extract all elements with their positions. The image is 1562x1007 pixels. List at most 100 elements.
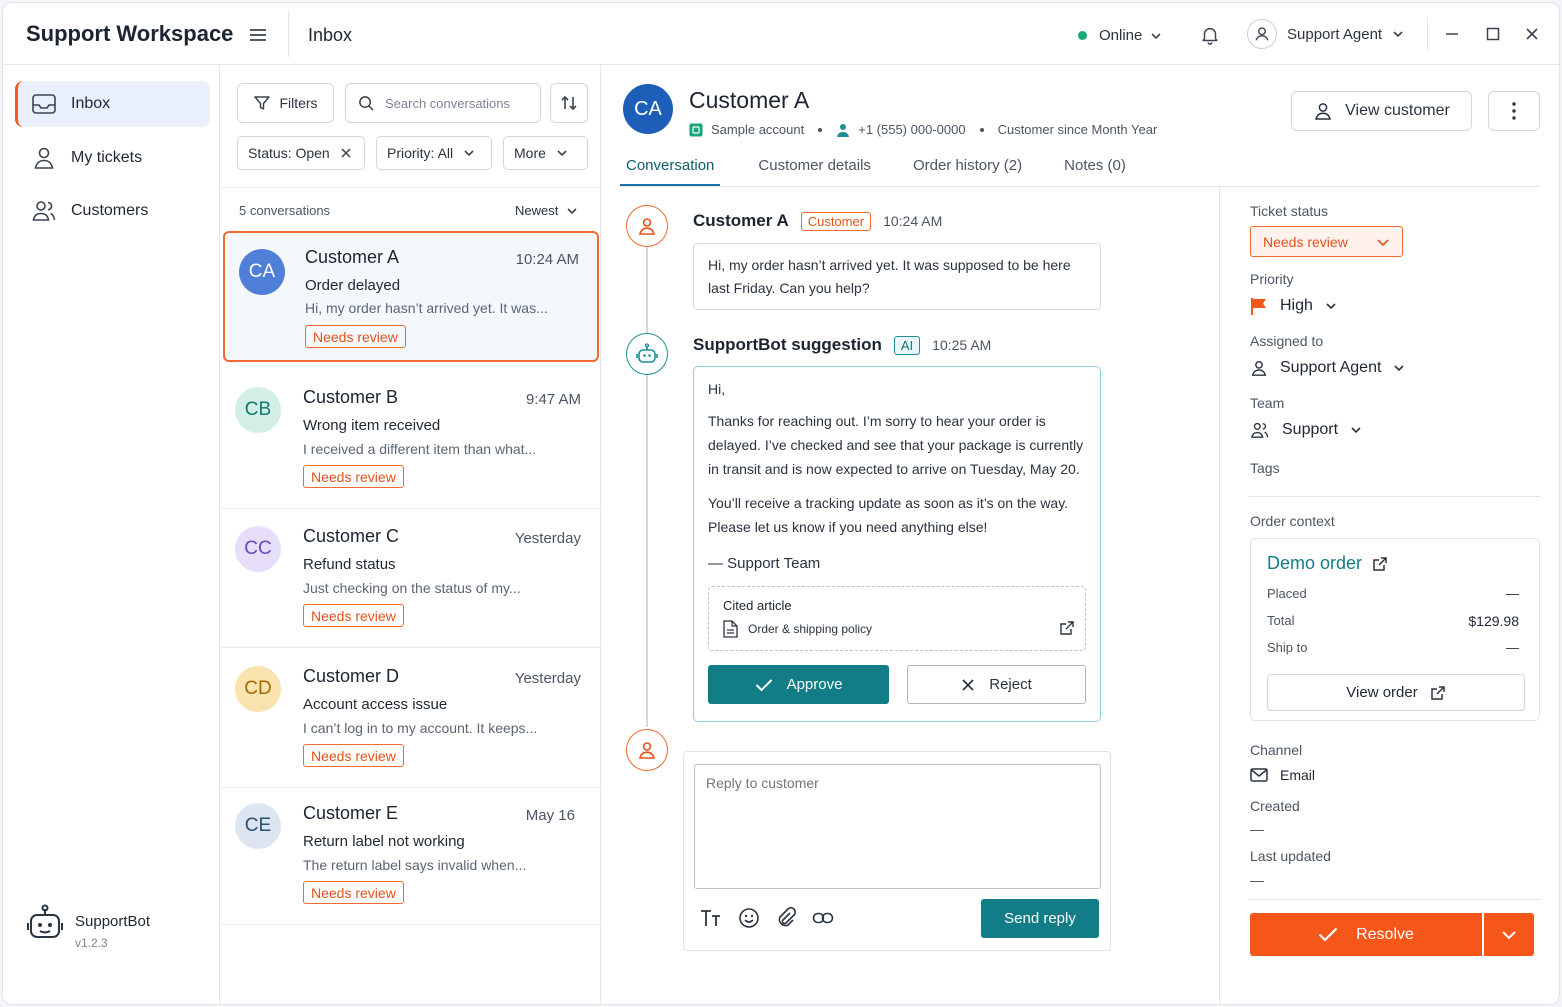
robot-icon bbox=[626, 333, 668, 375]
filters-button[interactable]: Filters bbox=[237, 83, 334, 123]
team-select[interactable]: Support bbox=[1250, 421, 1362, 439]
ai-suggestion-card: Hi, Thanks for reaching out. I’m sorry t… bbox=[693, 366, 1101, 722]
order-placed-label: Placed bbox=[1267, 586, 1307, 601]
ticket-status-select[interactable]: Needs review bbox=[1250, 226, 1403, 257]
chevron-down-icon bbox=[557, 150, 567, 157]
status-filter-chip[interactable]: Status: Open bbox=[237, 136, 365, 170]
more-filters-chip[interactable]: More bbox=[503, 136, 588, 170]
conversation-name: Customer E bbox=[303, 803, 399, 823]
priority-label: Priority bbox=[1250, 271, 1294, 287]
bell-icon[interactable] bbox=[1199, 24, 1221, 46]
filters-label: Filters bbox=[279, 95, 318, 111]
chip-label: Status: Open bbox=[248, 145, 330, 161]
view-customer-button[interactable]: View customer bbox=[1291, 91, 1472, 131]
order-title-link[interactable]: Demo order bbox=[1267, 553, 1388, 574]
status-label: Online bbox=[1099, 27, 1143, 44]
conversation-item[interactable]: CC Customer C Yesterday Refund status Ju… bbox=[221, 510, 601, 648]
document-icon bbox=[723, 620, 738, 638]
reject-button[interactable]: Reject bbox=[907, 665, 1086, 704]
channel-value: Email bbox=[1280, 767, 1316, 783]
link-icon[interactable] bbox=[812, 911, 834, 925]
sort-arrows-icon bbox=[561, 95, 577, 111]
ticket-status-label: Ticket status bbox=[1250, 203, 1329, 219]
conversation-subject: Return label not working bbox=[303, 833, 465, 850]
bot-version: v1.2.3 bbox=[75, 936, 108, 950]
resolve-button[interactable]: Resolve bbox=[1250, 913, 1482, 956]
order-placed-value: — bbox=[1506, 586, 1519, 601]
person-icon bbox=[1251, 360, 1267, 376]
tab-conversation[interactable]: Conversation bbox=[620, 157, 721, 187]
cited-article-link[interactable]: Order & shipping policy bbox=[723, 620, 872, 638]
email-icon bbox=[1250, 768, 1268, 782]
conversation-time: Yesterday bbox=[514, 530, 581, 547]
hamburger-menu-icon[interactable] bbox=[248, 25, 268, 45]
cited-doc-name: Order & shipping policy bbox=[748, 622, 873, 636]
approve-button[interactable]: Approve bbox=[708, 665, 889, 704]
resolve-options-button[interactable] bbox=[1484, 913, 1534, 956]
attachment-icon[interactable] bbox=[776, 907, 796, 929]
search-input[interactable]: Search conversations bbox=[345, 83, 541, 123]
conversation-item[interactable]: CE Customer E May 16 Return label not wo… bbox=[221, 787, 601, 925]
priority-filter-chip[interactable]: Priority: All bbox=[376, 136, 492, 170]
conversation-list: Filters Search conversations Status: Ope… bbox=[221, 65, 601, 1004]
agent-avatar-icon bbox=[626, 729, 668, 771]
more-options-icon[interactable] bbox=[1488, 91, 1540, 131]
close-icon[interactable] bbox=[340, 147, 352, 159]
customer-since: Customer since Month Year bbox=[997, 122, 1158, 137]
tab-notes[interactable]: Notes (0) bbox=[1058, 157, 1132, 187]
priority-select[interactable]: High bbox=[1250, 297, 1337, 315]
send-reply-button[interactable]: Send reply bbox=[981, 899, 1099, 938]
thread-timeline bbox=[646, 247, 648, 727]
emoji-icon[interactable] bbox=[738, 907, 760, 929]
tab-order-history[interactable]: Order history (2) bbox=[907, 157, 1028, 187]
external-link-icon[interactable] bbox=[1059, 620, 1075, 636]
team-value: Support bbox=[1282, 421, 1339, 438]
conversation-subject: Refund status bbox=[303, 556, 396, 573]
sort-dropdown[interactable]: Newest bbox=[515, 203, 578, 218]
external-link-icon bbox=[1373, 556, 1387, 571]
separator-dot bbox=[818, 127, 823, 132]
assignee-select[interactable]: Support Agent bbox=[1250, 359, 1405, 377]
conversation-subject: Account access issue bbox=[303, 696, 448, 713]
conversation-item[interactable]: CB Customer B 9:47 AM Wrong item receive… bbox=[221, 371, 601, 509]
order-ship-label: Ship to bbox=[1267, 640, 1308, 655]
sort-order-button[interactable] bbox=[550, 83, 588, 123]
assignee-value: Support Agent bbox=[1280, 359, 1382, 376]
conversation-preview: Hi, my order hasn’t arrived yet. It was.… bbox=[305, 300, 548, 316]
bot-name: SupportBot bbox=[75, 913, 151, 930]
close-icon[interactable] bbox=[1524, 26, 1540, 42]
text-format-icon[interactable] bbox=[700, 908, 722, 928]
maximize-icon[interactable] bbox=[1485, 26, 1501, 42]
conversation-item[interactable]: CD Customer D Yesterday Account access i… bbox=[221, 650, 601, 788]
sidebar-item-customers[interactable]: Customers bbox=[15, 188, 210, 234]
cited-article[interactable]: Cited article Order & shipping policy bbox=[708, 586, 1086, 651]
app-window: Support Workspace Inbox Online Support A… bbox=[2, 2, 1560, 1005]
status-selector[interactable]: Online bbox=[1078, 27, 1162, 44]
person-icon bbox=[1315, 103, 1332, 120]
avatar: CB bbox=[235, 387, 281, 433]
team-label: Team bbox=[1250, 395, 1285, 411]
reply-composer: Send reply bbox=[683, 751, 1111, 951]
page-title: Inbox bbox=[308, 25, 353, 45]
people-icon bbox=[32, 201, 56, 221]
sidebar-item-my-tickets[interactable]: My tickets bbox=[15, 135, 210, 181]
reply-input[interactable] bbox=[694, 764, 1101, 889]
conversation-subject: Wrong item received bbox=[303, 417, 441, 434]
last-updated-label: Last updated bbox=[1250, 848, 1331, 864]
agent-menu[interactable]: Support Agent bbox=[1247, 19, 1404, 49]
sidebar-item-inbox[interactable]: Inbox bbox=[15, 81, 210, 127]
conversation-item[interactable]: CA Customer A 10:24 AM Order delayed Hi,… bbox=[223, 231, 599, 362]
conversation-preview: The return label says invalid when... bbox=[303, 857, 527, 873]
robot-icon bbox=[27, 904, 63, 938]
list-divider bbox=[221, 187, 600, 188]
status-badge: Needs review bbox=[303, 604, 404, 627]
ai-paragraph-2: You’ll receive a tracking update as soon… bbox=[708, 495, 1069, 535]
tab-customer-details[interactable]: Customer details bbox=[752, 157, 877, 187]
minimize-icon[interactable] bbox=[1444, 26, 1460, 42]
view-order-button[interactable]: View order bbox=[1267, 674, 1525, 711]
app-brand: Support Workspace bbox=[26, 21, 234, 46]
ai-greeting: Hi, bbox=[708, 381, 726, 397]
online-dot-icon bbox=[1078, 31, 1087, 40]
user-avatar-icon bbox=[1247, 19, 1277, 49]
people-icon bbox=[1251, 422, 1269, 438]
